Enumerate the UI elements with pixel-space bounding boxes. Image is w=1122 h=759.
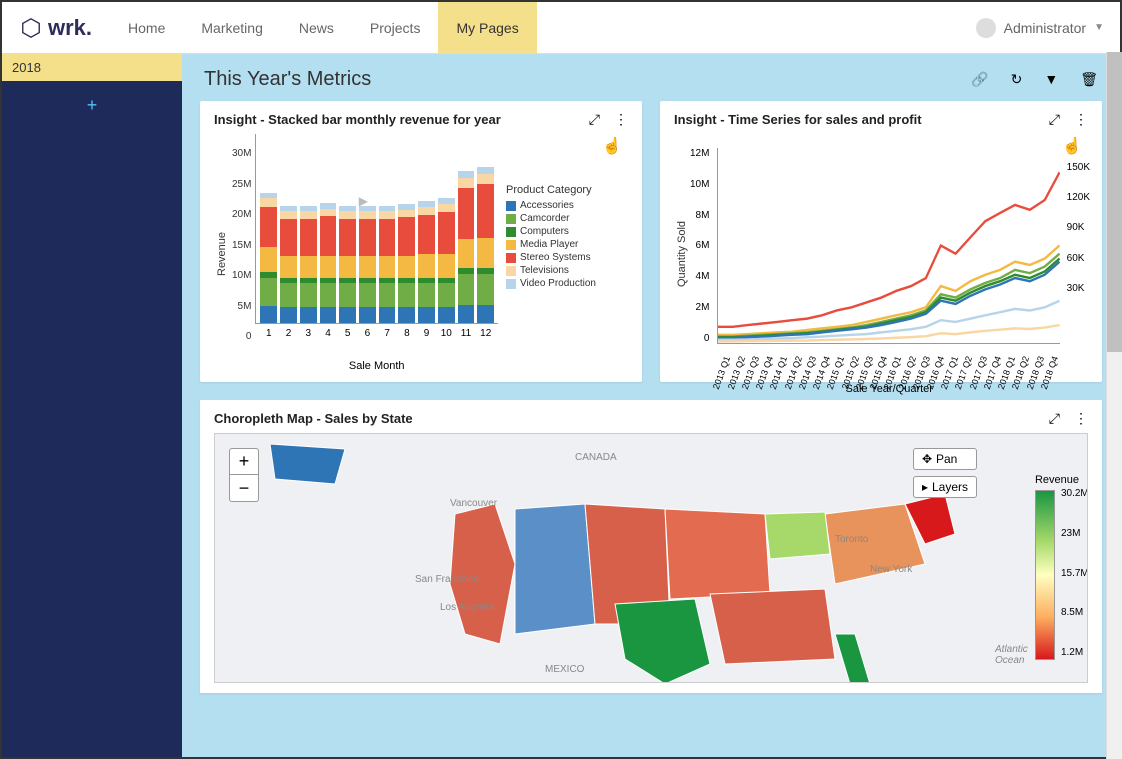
zoom-controls: + − (229, 448, 259, 502)
gradient-bar (1035, 490, 1055, 660)
x-axis-label: Sale Year/Quarter (845, 383, 932, 395)
expand-icon[interactable]: ⤢ (589, 111, 600, 128)
user-label: Administrator (1004, 20, 1086, 36)
legend-title: Product Category (506, 184, 628, 196)
nav-projects[interactable]: Projects (352, 2, 439, 53)
card-title: Insight - Stacked bar monthly revenue fo… (214, 112, 501, 127)
chevron-down-icon: ▼ (1094, 22, 1104, 33)
y-axis-label: Revenue (214, 134, 230, 374)
logo-icon (20, 17, 42, 39)
card-stacked-bar: Insight - Stacked bar monthly revenue fo… (200, 101, 642, 382)
sidebar-add-button[interactable]: + (2, 81, 182, 130)
y-ticks: 12M10M8M6M4M2M0 (690, 134, 713, 374)
card-title: Choropleth Map - Sales by State (214, 411, 413, 426)
topbar: wrk. HomeMarketingNewsProjectsMy Pages A… (2, 2, 1120, 54)
brand-text: wrk. (48, 15, 92, 41)
sidebar: 2018 + (2, 54, 182, 757)
refresh-icon[interactable]: ↻ (1011, 71, 1023, 88)
layers-button[interactable]: ▸ Layers (913, 476, 977, 498)
legend: Product Category AccessoriesCamcorderCom… (498, 134, 628, 374)
card-choropleth: Choropleth Map - Sales by State ⤢ ⋮ (200, 400, 1102, 693)
nav-my-pages[interactable]: My Pages (438, 2, 536, 53)
y2-ticks: 150K120K90K60K30K (1063, 148, 1090, 343)
more-icon[interactable]: ⋮ (1074, 111, 1088, 128)
card-timeseries: Insight - Time Series for sales and prof… (660, 101, 1102, 382)
timeseries-chart[interactable]: ☝ Quantity Sold 12M10M8M6M4M2M0 150K120K… (674, 134, 1088, 374)
touch-icon: ☝ (602, 136, 622, 156)
avatar-icon (976, 18, 996, 38)
nav-arrow-icon[interactable]: ▶ (359, 194, 368, 208)
y-ticks: 30M25M20M15M10M5M0 (230, 134, 255, 374)
scrollbar-vertical[interactable] (1106, 54, 1120, 757)
more-icon[interactable]: ⋮ (614, 111, 628, 128)
page-actions: 🔗 ↻ ▼ 🗑 (971, 71, 1098, 88)
stacked-bar-chart[interactable]: ☝ Revenue 30M25M20M15M10M5M0 12345678910… (214, 134, 628, 374)
y-axis-label: Quantity Sold (674, 134, 690, 374)
bars: 123456789101112 (255, 134, 498, 324)
nav-news[interactable]: News (281, 2, 352, 53)
x-axis-label: Sale Month (349, 360, 405, 372)
zoom-out-button[interactable]: − (230, 475, 258, 501)
filter-icon[interactable]: ▼ (1044, 71, 1058, 88)
user-menu[interactable]: Administrator ▼ (976, 18, 1120, 38)
map-legend: Revenue 30.2M23M15.7M8.5M1.2M (1035, 474, 1079, 660)
us-map-svg (265, 434, 1025, 683)
ts-lines: 150K120K90K60K30K 2013 Q12013 Q22013 Q32… (717, 148, 1060, 344)
sidebar-year[interactable]: 2018 (2, 54, 182, 81)
nav-marketing[interactable]: Marketing (183, 2, 280, 53)
expand-icon[interactable]: ⤢ (1049, 410, 1060, 427)
pan-button[interactable]: ✥ Pan (913, 448, 977, 470)
page-title: This Year's Metrics (204, 68, 371, 91)
zoom-in-button[interactable]: + (230, 449, 258, 475)
card-title: Insight - Time Series for sales and prof… (674, 112, 922, 127)
top-nav: HomeMarketingNewsProjectsMy Pages (110, 2, 537, 53)
map-legend-title: Revenue (1035, 474, 1079, 486)
share-icon[interactable]: 🔗 (971, 71, 988, 88)
more-icon[interactable]: ⋮ (1074, 410, 1088, 427)
main-content: This Year's Metrics 🔗 ↻ ▼ 🗑 Insight - St… (182, 54, 1120, 757)
expand-icon[interactable]: ⤢ (1049, 111, 1060, 128)
brand-logo: wrk. (2, 15, 110, 41)
nav-home[interactable]: Home (110, 2, 183, 53)
trash-icon[interactable]: 🗑 (1080, 71, 1098, 88)
map-canvas[interactable]: + − ✥ Pan ▸ Layers Revenue 30.2M23M15.7M… (214, 433, 1088, 683)
